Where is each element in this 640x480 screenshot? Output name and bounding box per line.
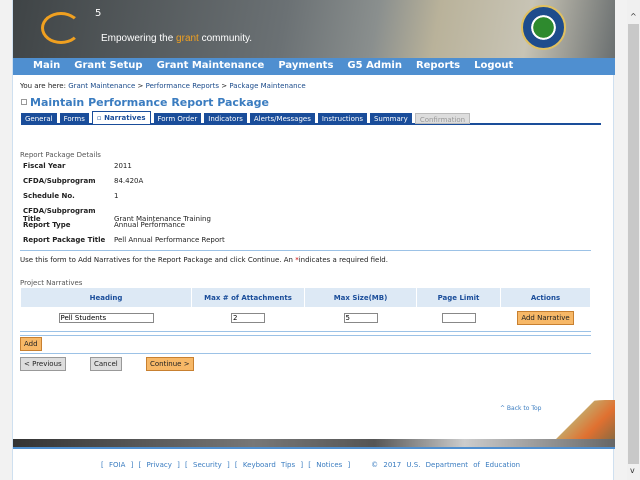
g5-logo — [41, 12, 81, 44]
nav-grant-setup[interactable]: Grant Setup — [74, 58, 142, 75]
detail-value: 1 — [114, 192, 119, 200]
table-header-row: Heading Max # of Attachments Max Size(MB… — [21, 288, 590, 307]
scroll-up-icon[interactable]: ^ — [630, 12, 637, 21]
page-title-text: Maintain Performance Report Package — [30, 96, 269, 109]
footer-privacy[interactable]: Privacy — [147, 461, 172, 469]
col-page-limit: Page Limit — [417, 288, 500, 307]
breadcrumb-sep: > — [135, 82, 146, 90]
instructions-text: Use this form to Add Narratives for the … — [20, 256, 388, 264]
previous-button[interactable]: < Previous — [20, 357, 66, 371]
heading-input[interactable] — [58, 313, 154, 323]
expand-icon — [21, 99, 27, 105]
instructions-rest: indicates a required field. — [298, 256, 388, 264]
department-seal-icon — [521, 5, 566, 50]
add-narrative-button[interactable]: Add Narrative — [517, 311, 574, 325]
nav-grant-maintenance[interactable]: Grant Maintenance — [157, 58, 265, 75]
main-nav: Main Grant Setup Grant Maintenance Payme… — [13, 58, 615, 75]
detail-value: 84.420A — [114, 177, 144, 185]
breadcrumb-package-maintenance: Package Maintenance — [229, 82, 306, 90]
detail-value: Annual Performance — [114, 221, 185, 229]
tab-bar: General Forms ▫ Narratives Form Order In… — [21, 111, 601, 125]
detail-label: CFDA/Subprogram — [23, 177, 96, 185]
divider — [20, 353, 591, 354]
nav-g5-admin[interactable]: G5 Admin — [347, 58, 402, 75]
continue-button[interactable]: Continue > — [146, 357, 194, 371]
header-banner: 5 Empowering the grant community. — [13, 0, 615, 58]
page: 5 Empowering the grant community. Main G… — [12, 0, 615, 480]
breadcrumb-performance-reports[interactable]: Performance Reports — [146, 82, 219, 90]
cancel-button[interactable]: Cancel — [90, 357, 122, 371]
col-max-size: Max Size(MB) — [305, 288, 416, 307]
detail-label: Fiscal Year — [23, 162, 66, 170]
detail-row: CFDA/Subprogram 84.420A — [23, 177, 143, 185]
footer-notices[interactable]: Notices — [316, 461, 342, 469]
detail-label: Schedule No. — [23, 192, 75, 200]
divider — [20, 250, 591, 251]
instructions-main: Use this form to Add Narratives for the … — [20, 256, 296, 264]
nav-reports[interactable]: Reports — [416, 58, 460, 75]
nav-logout[interactable]: Logout — [474, 58, 513, 75]
page-title: Maintain Performance Report Package — [21, 96, 269, 109]
tagline-text-end: community. — [198, 33, 253, 44]
footer: [ FOIA ] [ Privacy ] [ Security ] [ Keyb… — [101, 461, 521, 469]
detail-label: Report Package Title — [23, 236, 106, 244]
detail-row: Schedule No. 1 — [23, 192, 118, 200]
breadcrumb-sep: > — [219, 82, 230, 90]
narratives-section-label: Project Narratives — [20, 279, 83, 287]
col-max-attachments: Max # of Attachments — [192, 288, 304, 307]
scrollbar-thumb[interactable] — [628, 24, 639, 464]
tab-instructions[interactable]: Instructions — [317, 113, 367, 124]
classroom-image — [545, 400, 615, 440]
footer-band — [13, 439, 615, 447]
tab-forms[interactable]: Forms — [59, 113, 89, 124]
detail-value: Pell Annual Performance Report — [114, 236, 225, 244]
max-attachments-input[interactable] — [231, 313, 265, 323]
tab-narratives[interactable]: ▫ Narratives — [91, 111, 151, 124]
details-section-label: Report Package Details — [20, 151, 101, 159]
page-limit-input[interactable] — [441, 313, 476, 323]
col-actions: Actions — [501, 288, 590, 307]
nav-payments[interactable]: Payments — [278, 58, 333, 75]
tab-indicators[interactable]: Indicators — [204, 113, 247, 124]
nav-main[interactable]: Main — [33, 58, 60, 75]
tab-form-order[interactable]: Form Order — [153, 113, 202, 124]
narratives-table: Heading Max # of Attachments Max Size(MB… — [20, 288, 591, 329]
footer-line — [13, 447, 615, 449]
tab-narratives-label: Narratives — [104, 114, 146, 122]
breadcrumb: You are here: Grant Maintenance > Perfor… — [20, 82, 306, 90]
footer-foia[interactable]: FOIA — [109, 461, 125, 469]
add-button[interactable]: Add — [20, 337, 42, 351]
footer-keyboard-tips[interactable]: Keyboard Tips — [243, 461, 295, 469]
max-size-input[interactable] — [343, 313, 378, 323]
divider — [20, 335, 591, 336]
tab-alerts-messages[interactable]: Alerts/Messages — [249, 113, 315, 124]
divider — [20, 331, 591, 332]
detail-row: Report Package Title Pell Annual Performa… — [23, 236, 225, 244]
tagline-text: Empowering the — [101, 33, 177, 44]
tagline-accent: grant — [176, 33, 199, 44]
col-heading: Heading — [21, 288, 191, 307]
table-row: Add Narrative — [21, 307, 590, 329]
detail-row: Report Type Annual Performance — [23, 221, 185, 229]
tab-general[interactable]: General — [21, 113, 57, 124]
scrollbar[interactable]: ^ v — [627, 0, 640, 480]
detail-label: Report Type — [23, 221, 71, 229]
detail-row: Fiscal Year 2011 — [23, 162, 132, 170]
tagline: Empowering the grant community. — [101, 33, 252, 44]
breadcrumb-grant-maintenance[interactable]: Grant Maintenance — [68, 82, 135, 90]
breadcrumb-prefix: You are here: — [20, 82, 66, 90]
back-to-top-link[interactable]: ^ Back to Top — [500, 405, 541, 412]
scroll-down-icon[interactable]: v — [630, 466, 635, 475]
logo-superscript: 5 — [95, 8, 102, 19]
tab-confirmation: Confirmation — [414, 113, 471, 124]
tab-summary[interactable]: Summary — [369, 113, 412, 124]
detail-value: 2011 — [114, 162, 132, 170]
footer-security[interactable]: Security — [193, 461, 222, 469]
copyright: © 2017 U.S. Department of Education — [371, 461, 521, 469]
